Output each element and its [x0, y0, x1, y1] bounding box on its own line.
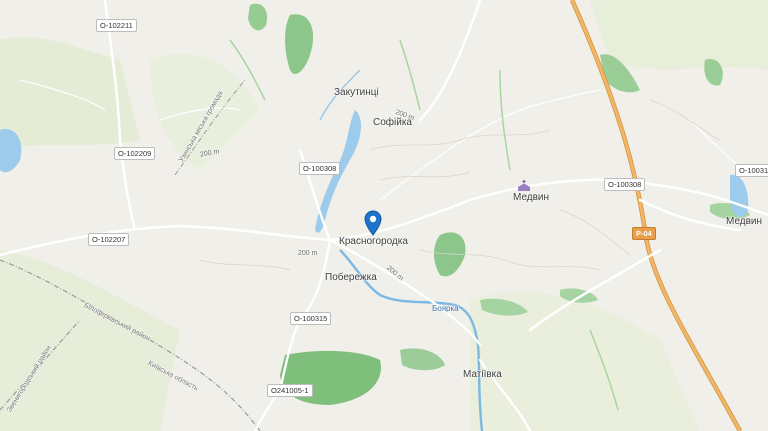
road-shield-o100313: O-100313 — [735, 164, 768, 177]
road-shield-o241005: O241005-1 — [267, 384, 313, 397]
place-krasnohorodka: Красногородка — [339, 236, 408, 247]
place-matiivka: Матіївка — [463, 369, 502, 380]
map-view[interactable]: Закутинці Софійка Красногородка Побережк… — [0, 0, 768, 431]
contour-label: 200 m — [298, 250, 318, 257]
map-base — [0, 0, 768, 431]
road-shield-o102211: O-102211 — [96, 19, 137, 32]
road-shield-o100308-right: O-100308 — [604, 178, 646, 191]
road-shield-o100308-left: O-100308 — [299, 162, 341, 175]
church-icon[interactable] — [517, 180, 531, 192]
road-shield-o102207: O-102207 — [88, 233, 130, 246]
road-shield-o102209: O-102209 — [114, 147, 156, 160]
road-shield-r04: P-04 — [632, 227, 656, 240]
place-zakutyntsi: Закутинці — [334, 87, 379, 98]
place-medvyn-top: Медвин — [513, 192, 550, 203]
road-shield-o100315: O-100315 — [290, 312, 332, 325]
place-poberezhka: Побережка — [325, 272, 377, 283]
place-medvyn-right: Медвин — [726, 216, 763, 227]
location-pin-icon[interactable] — [364, 210, 382, 236]
river-label-borka: Боярка — [432, 304, 459, 313]
